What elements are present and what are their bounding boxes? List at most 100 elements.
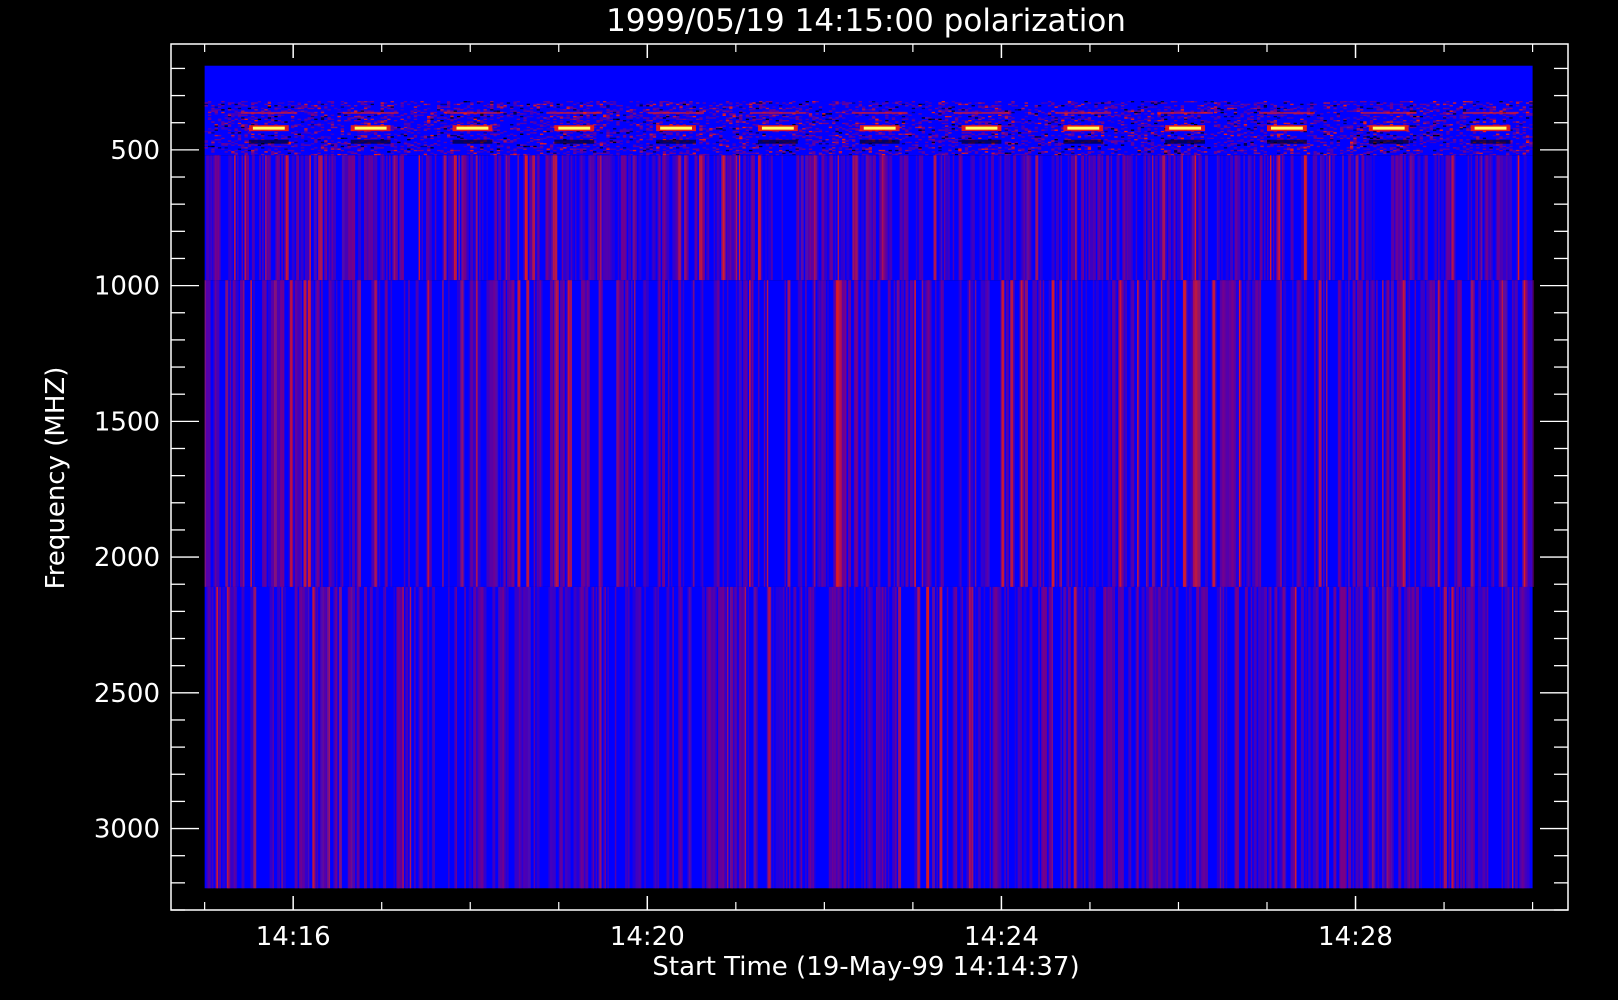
heatmap-cell — [606, 115, 610, 118]
heatmap-cell — [579, 122, 584, 125]
heatmap-cell — [1011, 136, 1015, 138]
heatmap-cell — [1416, 115, 1420, 118]
heatmap-cell — [778, 145, 783, 148]
heatmap-cell — [944, 130, 949, 133]
heatmap-cell — [1432, 129, 1437, 131]
heatmap-cell — [1419, 136, 1424, 138]
heatmap-cell — [297, 134, 301, 137]
heatmap-cell — [715, 115, 720, 118]
heatmap-cell — [427, 117, 431, 119]
heatmap-cell — [440, 132, 444, 134]
heatmap-cell — [1423, 111, 1427, 114]
heatmap-cell — [566, 121, 570, 123]
heatmap-cell — [1210, 107, 1214, 110]
heatmap-cell — [433, 111, 438, 114]
heatmap-cell — [735, 134, 740, 137]
heatmap-cell — [1446, 132, 1450, 134]
heatmap-cell — [344, 147, 348, 149]
heatmap-cell — [320, 118, 325, 121]
heatmap-cell — [337, 109, 341, 111]
heatmap-cell — [606, 102, 610, 104]
heatmap-cell — [739, 114, 743, 116]
heatmap-cell — [1419, 110, 1424, 112]
heatmap-cell — [921, 151, 926, 153]
heatmap-cell — [612, 109, 617, 111]
heatmap-cell — [1306, 107, 1311, 110]
heatmap-cell — [861, 122, 866, 125]
heatmap-cell — [1227, 109, 1231, 111]
heatmap-cell — [616, 141, 620, 144]
heatmap-cell — [1233, 143, 1238, 145]
heatmap-cell — [1456, 148, 1460, 150]
heatmap-cell — [1336, 120, 1341, 122]
heatmap-cell — [1250, 121, 1254, 123]
heatmap-cell — [350, 107, 355, 110]
heatmap-cell — [1515, 143, 1520, 145]
heatmap-cell — [423, 136, 428, 138]
heatmap-cell — [941, 103, 945, 106]
heatmap-cell — [881, 132, 886, 134]
heatmap-cell — [1506, 136, 1510, 138]
heatmap-cell — [1041, 129, 1045, 131]
heatmap-cell — [1193, 117, 1198, 119]
heatmap-cell — [470, 117, 474, 119]
heatmap-cell — [1273, 114, 1277, 116]
heatmap-cell — [835, 125, 839, 127]
heatmap-cell — [440, 120, 444, 122]
heatmap-cell — [330, 102, 335, 104]
heatmap-cell — [629, 101, 633, 103]
heatmap-cell — [1187, 133, 1191, 135]
heatmap-cell — [1356, 118, 1360, 121]
heatmap-cell — [1257, 117, 1261, 119]
heatmap-cell — [559, 149, 564, 152]
heatmap-cell — [536, 113, 540, 115]
heatmap-cell — [1217, 151, 1221, 153]
heatmap-cell — [410, 144, 414, 146]
heatmap-cell — [1515, 137, 1520, 140]
heatmap-cell — [1140, 103, 1145, 106]
heatmap-cell — [357, 101, 361, 103]
heatmap-cell — [808, 130, 813, 133]
heatmap-cell — [367, 106, 371, 108]
heatmap-cell — [1263, 134, 1267, 137]
heatmap-cell — [1413, 144, 1417, 146]
heatmap-cell — [1509, 107, 1513, 110]
heatmap-cell — [327, 117, 331, 119]
heatmap-cell — [221, 124, 225, 126]
heatmap-cell — [204, 130, 208, 133]
heatmap-cell — [971, 133, 975, 135]
heatmap-cell — [463, 145, 467, 148]
heatmap-cell — [1137, 115, 1141, 118]
heatmap-cell — [1144, 137, 1148, 140]
heatmap-cell — [383, 117, 388, 119]
heatmap-cell — [755, 132, 760, 134]
heatmap-cell — [656, 122, 660, 125]
heatmap-cell — [709, 128, 713, 130]
heatmap-cell — [1137, 109, 1141, 111]
heatmap-cell — [1333, 111, 1337, 114]
heatmap-cell — [798, 130, 803, 133]
heatmap-cell — [948, 132, 952, 134]
heatmap-cell — [350, 117, 355, 119]
heatmap-cell — [1067, 149, 1072, 152]
heatmap-cell — [324, 115, 328, 118]
heatmap-cell — [503, 106, 507, 108]
heatmap-cell — [453, 118, 457, 121]
heatmap-cell — [1044, 102, 1048, 104]
heatmap-cell — [244, 114, 248, 116]
heatmap-cell — [808, 126, 813, 129]
heatmap-cell — [752, 117, 756, 119]
heatmap-cell — [908, 149, 912, 152]
heatmap-cell — [752, 102, 756, 104]
heatmap-cell — [553, 110, 557, 112]
heatmap-cell — [490, 133, 494, 135]
heatmap-cell — [1369, 117, 1374, 119]
heatmap-cell — [729, 106, 733, 108]
heatmap-cell — [1074, 109, 1078, 111]
heatmap-cell — [1482, 148, 1487, 150]
heatmap-cell — [324, 103, 328, 106]
heatmap-cell — [1439, 133, 1443, 135]
heatmap-cell — [1366, 132, 1370, 134]
heatmap-cell — [1522, 109, 1526, 111]
heatmap-cell — [832, 109, 836, 111]
